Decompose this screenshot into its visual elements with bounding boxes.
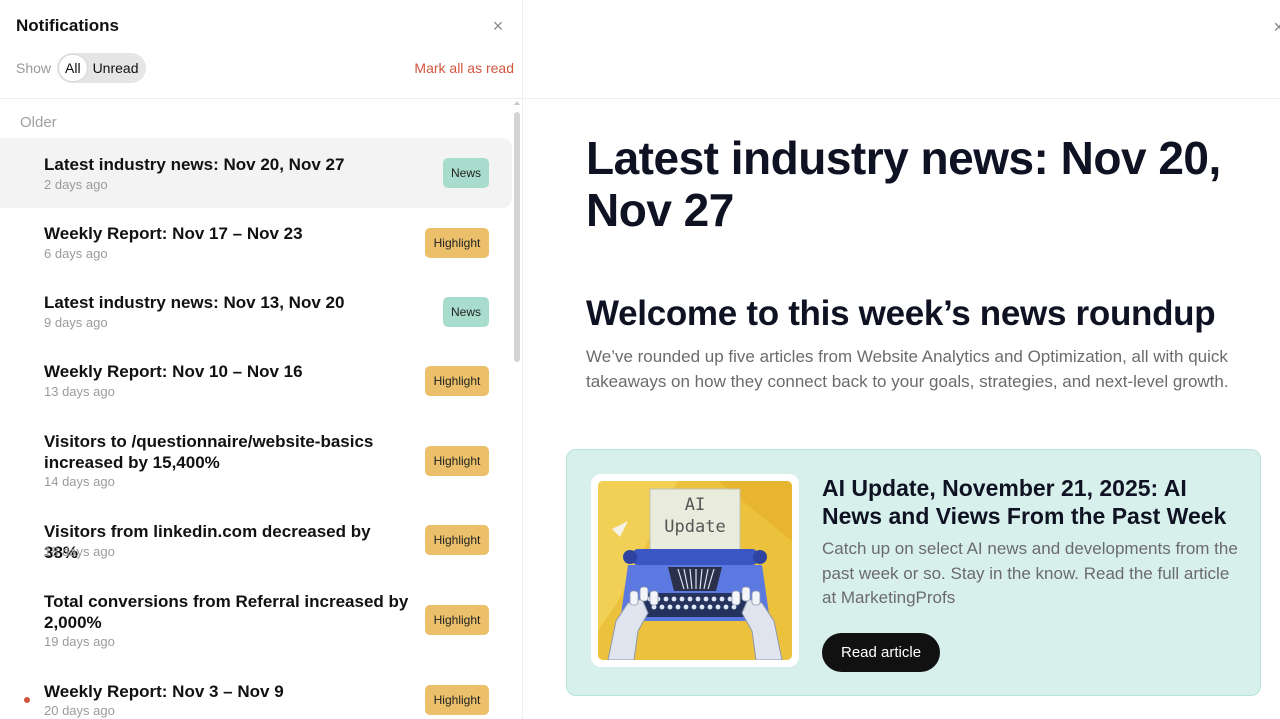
card-description: Catch up on select AI news and developme… — [822, 539, 1238, 607]
notification-item[interactable]: Weekly Report: Nov 3 – Nov 9 20 days ago… — [0, 665, 512, 719]
highlight-badge: Highlight — [425, 605, 489, 635]
notification-item[interactable]: Visitors to /questionnaire/website-basic… — [0, 415, 512, 505]
notification-time: 14 days ago — [44, 474, 115, 489]
notification-item[interactable]: Total conversions from Referral increase… — [0, 575, 512, 665]
close-icon[interactable]: × — [489, 17, 507, 35]
image-text-line2: Update — [664, 517, 725, 537]
section-label-older: Older — [20, 114, 57, 131]
read-article-button[interactable]: Read article — [822, 633, 941, 672]
notification-title: Weekly Report: Nov 10 – Nov 16 — [44, 362, 303, 381]
notification-title: Latest industry news: Nov 20, Nov 27 — [44, 155, 345, 174]
notification-title: Visitors to /questionnaire/website-basic… — [44, 432, 374, 472]
close-icon[interactable]: × — [1273, 17, 1280, 38]
notification-time: 18 days ago — [44, 544, 115, 559]
card-title: AI Update, November 21, 2025: AI News an… — [822, 475, 1227, 529]
notification-time: 13 days ago — [44, 384, 115, 399]
notification-time: 9 days ago — [44, 315, 108, 330]
notifications-panel: Notifications × Show All Unread Mark all… — [0, 0, 523, 719]
notification-item[interactable]: Weekly Report: Nov 10 – Nov 16 13 days a… — [0, 346, 512, 415]
notification-time: 2 days ago — [44, 177, 108, 192]
article-image: AI Update — [591, 474, 799, 667]
show-label: Show — [16, 60, 52, 76]
notification-item[interactable]: Visitors from linkedin.com decreased by … — [0, 505, 512, 575]
news-badge: News — [443, 297, 489, 327]
filter-unread-button[interactable]: Unread — [87, 55, 145, 81]
image-text-line1: AI — [685, 495, 705, 515]
highlight-badge: Highlight — [425, 446, 489, 476]
news-badge: News — [443, 158, 489, 188]
notification-title: Weekly Report: Nov 3 – Nov 9 — [44, 682, 284, 701]
notification-item[interactable]: Latest industry news: Nov 13, Nov 20 9 d… — [0, 277, 512, 346]
notification-time: 6 days ago — [44, 246, 108, 261]
scroll-up-arrow-icon[interactable] — [514, 101, 520, 105]
section-heading: Welcome to this week’s news roundup — [586, 294, 1216, 333]
notifications-header: Notifications × Show All Unread Mark all… — [0, 0, 523, 99]
notification-time: 19 days ago — [44, 634, 115, 649]
article-panel: × Latest industry news: Nov 20, Nov 27 W… — [524, 0, 1280, 719]
scroll-thumb[interactable] — [514, 112, 520, 362]
notification-item[interactable]: Latest industry news: Nov 20, Nov 27 2 d… — [0, 138, 512, 208]
filter-toggle: All Unread — [57, 53, 147, 83]
highlight-badge: Highlight — [425, 228, 489, 258]
divider — [524, 98, 1280, 99]
panel-title: Notifications — [16, 16, 119, 35]
notification-title: Latest industry news: Nov 13, Nov 20 — [44, 293, 345, 312]
highlight-badge: Highlight — [425, 525, 489, 555]
highlight-badge: Highlight — [425, 366, 489, 396]
notification-time: 20 days ago — [44, 703, 115, 718]
notification-item[interactable]: Weekly Report: Nov 17 – Nov 23 6 days ag… — [0, 208, 512, 277]
article-card: AI Update AI Update, November 21, 2025: … — [566, 449, 1261, 696]
notification-list: Older Latest industry news: Nov 20, Nov … — [0, 99, 515, 719]
scrollbar[interactable] — [513, 99, 521, 719]
article-title: Latest industry news: Nov 20, Nov 27 — [586, 132, 1221, 236]
highlight-badge: Highlight — [425, 685, 489, 715]
filter-all-button[interactable]: All — [59, 55, 87, 81]
notification-title: Weekly Report: Nov 17 – Nov 23 — [44, 224, 303, 243]
mark-all-read-link[interactable]: Mark all as read — [414, 60, 514, 76]
typewriter-illustration-icon: AI Update — [598, 481, 792, 660]
unread-indicator — [24, 697, 30, 703]
notification-title: Total conversions from Referral increase… — [44, 592, 409, 632]
article-intro: We’ve rounded up five articles from Webs… — [586, 347, 1229, 391]
